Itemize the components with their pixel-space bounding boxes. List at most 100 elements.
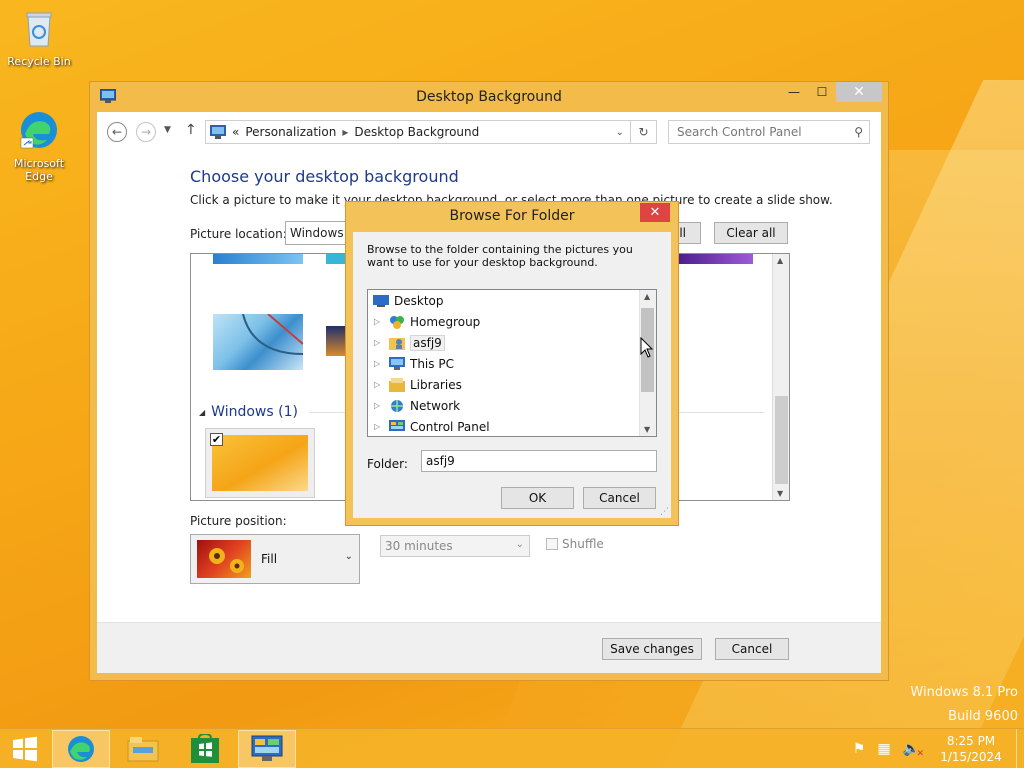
dialog-cancel-button[interactable]: Cancel	[583, 487, 656, 509]
expand-arrow-icon[interactable]: ▷	[374, 317, 384, 326]
tree-item-control-panel[interactable]: ▷ Control Panel	[368, 416, 490, 436]
control-panel-icon	[389, 419, 405, 431]
forward-button[interactable]: →	[136, 122, 156, 142]
minimize-button[interactable]: —	[780, 82, 808, 102]
ok-button[interactable]: OK	[501, 487, 574, 509]
wallpaper-thumbnail[interactable]	[678, 254, 753, 264]
back-button[interactable]: ←	[107, 122, 127, 142]
resize-grip-icon[interactable]: ⋰	[660, 507, 669, 517]
expand-arrow-icon[interactable]: ▷	[374, 380, 384, 389]
selected-wallpaper-thumbnail[interactable]: ✔	[205, 428, 315, 498]
maximize-icon: ☐	[816, 85, 828, 99]
recycle-bin-icon	[26, 12, 52, 47]
tree-item-desktop[interactable]: Desktop	[368, 290, 444, 311]
group-header-windows[interactable]: ◢ Windows (1)	[199, 404, 298, 420]
folder-label: Folder:	[367, 457, 408, 471]
recent-locations-button[interactable]: ▼	[164, 125, 171, 135]
clock-time: 8:25 PM	[946, 734, 996, 748]
tree-item-network[interactable]: ▷ Network	[368, 395, 460, 416]
expand-arrow-icon[interactable]: ▷	[374, 338, 384, 347]
expand-arrow-icon[interactable]: ▷	[374, 359, 384, 368]
folder-tree[interactable]: Desktop ▷ Homegroup ▷ asfj9 ▷ This PC ▷ …	[367, 289, 657, 437]
picture-position-select[interactable]: Fill ⌄	[190, 534, 360, 584]
desktop-icon	[373, 294, 389, 307]
wallpaper-thumbnail[interactable]	[326, 254, 346, 264]
homegroup-icon	[390, 315, 404, 329]
browse-for-folder-dialog: Browse For Folder ✕ Browse to the folder…	[345, 201, 679, 526]
slideshow-interval-select[interactable]: 30 minutes ⌄	[380, 535, 530, 557]
refresh-icon: ↻	[638, 125, 649, 139]
chevron-down-icon: ▼	[164, 125, 171, 135]
show-desktop-button[interactable]	[1016, 729, 1024, 768]
close-button[interactable]: ✕	[836, 82, 882, 102]
address-dropdown-icon[interactable]: ⌄	[616, 127, 624, 138]
desktop-icon-label: Microsoft Edge	[13, 157, 65, 183]
dialog-client: Browse to the folder containing the pict…	[353, 232, 671, 518]
action-center-flag-icon[interactable]: ⚑	[853, 741, 866, 757]
tree-scrollbar[interactable]: ▲ ▼	[639, 290, 656, 436]
expand-arrow-icon[interactable]: ▷	[374, 401, 384, 410]
shuffle-checkbox[interactable]: Shuffle	[546, 537, 604, 551]
start-button[interactable]	[0, 730, 50, 768]
wallpaper-thumbnail[interactable]	[213, 254, 303, 264]
os-watermark-line2: Build 9600	[948, 709, 1018, 724]
clock[interactable]: 8:25 PM 1/15/2024	[926, 733, 1016, 765]
tree-item-this-pc[interactable]: ▷ This PC	[368, 353, 454, 374]
clock-date: 1/15/2024	[940, 750, 1002, 764]
scroll-up-icon[interactable]: ▲	[777, 256, 783, 265]
taskbar-control-panel[interactable]	[238, 730, 296, 768]
address-box[interactable]: « Personalization ▸ Desktop Background ⌄	[205, 120, 631, 144]
dialog-description: Browse to the folder containing the pict…	[367, 243, 633, 269]
breadcrumb-desktop-background[interactable]: Desktop Background	[354, 125, 479, 139]
arrow-right-icon: →	[140, 125, 152, 139]
gallery-scroll-thumb[interactable]	[775, 396, 788, 484]
refresh-button[interactable]: ↻	[631, 120, 657, 144]
desktop-icon-recycle-bin[interactable]: Recycle Bin	[3, 8, 75, 68]
picture-position-value: Fill	[261, 552, 278, 566]
maximize-button[interactable]: ☐	[808, 82, 836, 102]
window-footer: Save changes Cancel	[97, 623, 881, 673]
folder-input[interactable]: asfj9	[421, 450, 657, 472]
cancel-button[interactable]: Cancel	[715, 638, 789, 660]
desktop-icon-edge[interactable]: Microsoft Edge	[3, 110, 75, 183]
scroll-down-icon[interactable]: ▼	[644, 425, 650, 434]
store-icon	[191, 734, 219, 763]
libraries-icon	[389, 377, 405, 392]
breadcrumb-personalization[interactable]: Personalization	[245, 125, 336, 139]
window-title: Desktop Background	[416, 89, 562, 105]
volume-muted-icon[interactable]: 🔈 ✕	[903, 741, 924, 759]
taskbar-edge[interactable]	[52, 730, 110, 768]
collapse-icon: ◢	[199, 407, 206, 417]
arrow-up-icon: ↑	[185, 122, 197, 138]
flower-preview-icon	[197, 540, 251, 578]
dialog-title: Browse For Folder	[449, 208, 575, 224]
expand-arrow-icon[interactable]: ▷	[374, 422, 384, 431]
group-header-label: Windows (1)	[211, 404, 298, 420]
taskbar-file-explorer[interactable]	[114, 730, 172, 768]
network-status-icon[interactable]: ▦	[877, 741, 890, 757]
tree-item-libraries[interactable]: ▷ Libraries	[368, 374, 462, 395]
shuffle-checkbox-box[interactable]	[546, 538, 558, 550]
dialog-close-button[interactable]: ✕	[640, 203, 670, 222]
taskbar-store[interactable]	[176, 730, 234, 768]
interval-value: 30 minutes	[385, 539, 453, 553]
search-input[interactable]: Search Control Panel ⚲	[668, 120, 870, 144]
scroll-down-icon[interactable]: ▼	[777, 489, 783, 498]
wallpaper-thumbnail[interactable]	[213, 313, 304, 370]
tree-item-asfj9[interactable]: ▷ asfj9	[368, 332, 445, 353]
window-titlebar[interactable]: Desktop Background — ☐ ✕	[90, 82, 888, 112]
taskbar: ⚑ ▦ 🔈 ✕ 8:25 PM 1/15/2024	[0, 728, 1024, 768]
selected-checkbox[interactable]: ✔	[210, 433, 223, 446]
save-changes-button[interactable]: Save changes	[602, 638, 702, 660]
tree-item-homegroup[interactable]: ▷ Homegroup	[368, 311, 480, 332]
gallery-scrollbar[interactable]: ▲ ▼	[772, 254, 789, 500]
wallpaper-thumbnail[interactable]	[326, 326, 346, 356]
up-button[interactable]: ↑	[185, 122, 197, 138]
address-chevron[interactable]: «	[232, 125, 239, 139]
close-icon: ✕	[853, 84, 865, 100]
user-folder-icon	[389, 337, 405, 350]
edge-icon	[68, 736, 94, 762]
clear-all-button[interactable]: Clear all	[714, 222, 788, 244]
scroll-up-icon[interactable]: ▲	[644, 292, 650, 301]
system-tray: ⚑ ▦ 🔈 ✕ 8:25 PM 1/15/2024	[853, 729, 1024, 768]
